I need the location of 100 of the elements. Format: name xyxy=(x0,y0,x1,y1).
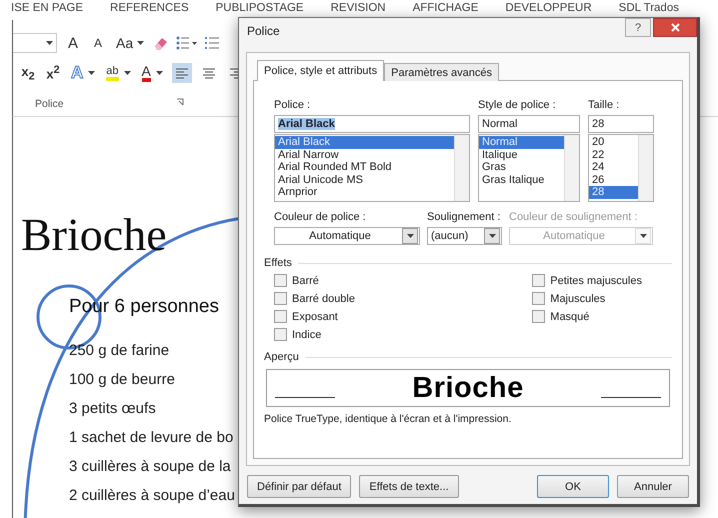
checkbox-row[interactable]: Majuscules xyxy=(532,292,642,305)
caret-icon xyxy=(124,71,131,75)
dropdown-label: Couleur de soulignement : xyxy=(509,211,638,223)
dialog-tab[interactable]: Police, style et attributs xyxy=(257,60,384,81)
scroll-bar[interactable] xyxy=(454,135,469,201)
text-effects-button[interactable]: A xyxy=(69,63,98,83)
checkbox-label: Barré double xyxy=(292,292,355,304)
font-color-button[interactable]: A xyxy=(140,63,165,83)
checkbox[interactable] xyxy=(532,310,546,323)
list-item[interactable]: Arial Unicode MS xyxy=(275,174,454,186)
align-left-button[interactable] xyxy=(172,63,192,83)
caret-icon xyxy=(137,41,144,45)
font-note: Police TrueType, identique à l'écran et à l'impression. xyxy=(264,413,512,425)
scroll-bar[interactable] xyxy=(564,135,579,201)
preview-text: Brioche xyxy=(412,372,524,404)
help-button[interactable]: ? xyxy=(625,18,651,37)
ingredient-line: 250 g de farine xyxy=(69,342,170,360)
list-item[interactable]: 28 xyxy=(589,186,638,198)
grow-font-button[interactable]: A xyxy=(64,33,82,53)
checkbox-row[interactable]: Exposant xyxy=(274,310,355,323)
scroll-bar[interactable] xyxy=(638,135,653,201)
highlight-button[interactable]: ab xyxy=(104,63,133,83)
shrink-font-button[interactable]: A xyxy=(89,33,107,53)
checkbox[interactable] xyxy=(274,310,287,323)
checkbox[interactable] xyxy=(274,292,287,305)
section-label: Effets xyxy=(264,257,292,269)
checkbox-label: Barré xyxy=(292,274,319,286)
ingredient-line: 3 petits œufs xyxy=(69,400,156,418)
document-title: Brioche xyxy=(21,212,167,258)
field-label: Police : xyxy=(274,99,312,111)
ingredient-line: 1 sachet de levure de bo xyxy=(69,429,234,447)
checkbox-row[interactable]: Petites majuscules xyxy=(532,274,642,287)
dropdown-label: Soulignement : xyxy=(427,211,502,223)
checkbox-label: Indice xyxy=(292,328,322,340)
list-item[interactable]: 20 xyxy=(589,136,638,148)
ingredient-line: 3 cuillères à soupe de la xyxy=(69,458,231,476)
checkbox[interactable] xyxy=(274,328,287,341)
list-item[interactable]: Arial Rounded MT Bold xyxy=(275,161,454,174)
ribbon-tab[interactable]: SDL Trados xyxy=(618,2,679,20)
dropdown-label: Couleur de police : xyxy=(274,211,367,223)
dialog-button[interactable]: Annuler xyxy=(617,475,689,498)
checkbox[interactable] xyxy=(532,292,546,305)
script-button[interactable]: x$^{2}$ xyxy=(44,63,62,83)
caret-icon xyxy=(640,234,646,238)
close-icon xyxy=(670,23,680,32)
dialog-launcher-icon[interactable] xyxy=(176,98,185,107)
checkbox-row[interactable]: Masqué xyxy=(532,310,642,323)
caret-icon xyxy=(156,71,163,75)
checkbox[interactable] xyxy=(532,274,546,287)
numbered-list-icon[interactable] xyxy=(205,36,220,50)
dialog-button[interactable]: Effets de texte... xyxy=(359,475,459,498)
script-button[interactable]: x$_{2}$ xyxy=(19,63,37,83)
size-field[interactable]: 28 xyxy=(588,115,654,133)
dropdown[interactable]: Automatique xyxy=(274,227,420,245)
checkbox-row[interactable]: Barré xyxy=(274,274,355,287)
list-item[interactable]: Arial Black xyxy=(275,136,454,148)
ribbon-tab[interactable]: AFFICHAGE xyxy=(412,2,478,20)
section-label: Aperçu xyxy=(264,351,299,363)
list-item[interactable]: Arnprior xyxy=(275,186,454,198)
font-field[interactable]: Arial Black xyxy=(274,115,470,133)
ribbon-tab[interactable]: REFERENCES xyxy=(110,2,189,20)
dialog-button[interactable]: OK xyxy=(537,475,609,498)
list-item[interactable]: Gras Italique xyxy=(479,174,564,186)
dialog-button[interactable]: Définir par défaut xyxy=(247,475,352,498)
list-item[interactable]: 26 xyxy=(589,174,638,186)
checkbox-row[interactable]: Barré double xyxy=(274,292,355,305)
list-item[interactable]: Gras xyxy=(479,161,564,174)
change-case-button[interactable]: Aa xyxy=(114,33,146,53)
close-button[interactable] xyxy=(653,18,697,37)
field-label: Taille : xyxy=(588,99,620,111)
ribbon-tab[interactable]: PUBLIPOSTAGE xyxy=(216,2,304,20)
list-item[interactable]: Arial Narrow xyxy=(275,148,454,161)
style-field[interactable]: Normal xyxy=(478,115,580,133)
ribbon-tab[interactable]: REVISION xyxy=(330,2,386,20)
list-item[interactable]: 22 xyxy=(589,148,638,161)
list-item[interactable]: 24 xyxy=(589,161,638,174)
dialog-title: Police xyxy=(247,24,280,38)
checkbox-label: Masqué xyxy=(550,310,590,322)
list-item[interactable]: Normal xyxy=(479,136,564,148)
bullet-list-icon[interactable] xyxy=(176,36,198,50)
align-center-icon xyxy=(200,66,217,80)
checkbox[interactable] xyxy=(274,274,287,287)
field-label: Style de police : xyxy=(478,99,557,111)
font-size-combo[interactable] xyxy=(13,33,57,53)
caret-icon xyxy=(488,234,496,238)
ribbon-tab[interactable]: DEVELOPPEUR xyxy=(505,2,592,20)
align-left-icon xyxy=(174,66,190,80)
eraser-icon[interactable] xyxy=(153,36,170,50)
caret-icon xyxy=(88,71,96,75)
ingredient-line: 100 g de beurre xyxy=(69,371,175,389)
checkbox-row[interactable]: Indice xyxy=(274,328,355,341)
list-item[interactable]: Italique xyxy=(479,148,564,161)
dropdown[interactable]: (aucun) xyxy=(427,227,502,245)
caret-icon xyxy=(46,41,53,45)
ribbon-tab[interactable]: ISE EN PAGE xyxy=(11,2,84,20)
ingredient-line: 2 cuillères à soupe d’eau xyxy=(69,487,235,505)
caret-icon xyxy=(406,234,414,238)
group-label: Police xyxy=(35,98,64,110)
dialog-tab[interactable]: Paramètres avancés xyxy=(384,63,499,81)
checkbox-label: Exposant xyxy=(292,310,338,322)
